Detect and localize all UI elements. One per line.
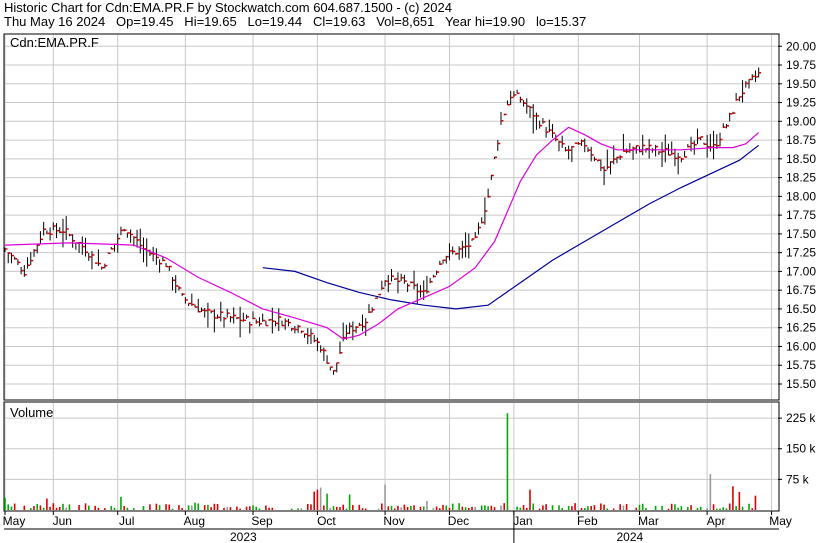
month-label: Jun	[53, 514, 72, 528]
month-label: Mar	[638, 514, 659, 528]
price-tick-label: 15.75	[786, 358, 816, 372]
price-tick-label: 16.00	[786, 339, 816, 353]
month-label: Oct	[317, 514, 336, 528]
price-tick-label: 18.75	[786, 133, 816, 147]
stock-chart: 20.00 19.75 19.50 19.25 19.00 18.75 18.50 18.25…	[3, 33, 816, 543]
year-label: 2024	[616, 530, 643, 543]
year-label: 2023	[230, 530, 257, 543]
price-tick-label: 16.50	[786, 302, 816, 316]
month-label: Feb	[577, 514, 598, 528]
month-label: May	[769, 514, 792, 528]
x-axis: May Jun Jul Aug Sep Oct Nov Dec Jan Feb Mar Apr May 2…	[3, 511, 792, 543]
price-tick-label: 18.00	[786, 189, 816, 203]
price-tick-label: 19.25	[786, 96, 816, 110]
price-tick-label: 19.75	[786, 58, 816, 72]
month-label: Sep	[251, 514, 273, 528]
month-label: Jan	[513, 514, 532, 528]
month-label: Jul	[119, 514, 134, 528]
month-label: Apr	[707, 514, 726, 528]
month-label: Nov	[383, 514, 404, 528]
price-tick-label: 17.75	[786, 208, 816, 222]
volume-tick-label: 225 k	[786, 411, 816, 425]
month-label: Aug	[184, 514, 205, 528]
moving-average-long	[262, 144, 760, 310]
price-panel-label: Cdn:EMA.PR.F	[10, 35, 99, 50]
price-tick-label: 19.50	[786, 77, 816, 91]
price-tick-label: 17.00	[786, 264, 816, 278]
volume-tick-label: 150 k	[786, 442, 816, 456]
volume-axis: 225 k 150 k 75 k	[778, 411, 816, 486]
price-tick-label: 17.25	[786, 246, 816, 260]
price-tick-label: 18.50	[786, 152, 816, 166]
price-axis: 20.00 19.75 19.50 19.25 19.00 18.75 18.50 18.25…	[778, 39, 816, 391]
price-panel-frame	[3, 33, 780, 401]
month-label: Dec	[448, 514, 469, 528]
price-tick-label: 20.00	[786, 39, 816, 53]
price-tick-label: 19.00	[786, 114, 816, 128]
price-tick-label: 18.25	[786, 171, 816, 185]
price-bars	[4, 67, 762, 375]
price-tick-label: 17.50	[786, 227, 816, 241]
price-grid	[4, 35, 778, 399]
month-label: May	[3, 514, 26, 528]
price-tick-label: 16.25	[786, 321, 816, 335]
volume-panel-label: Volume	[10, 405, 53, 420]
price-tick-label: 16.75	[786, 283, 816, 297]
volume-grid	[4, 403, 778, 510]
volume-tick-label: 75 k	[786, 472, 810, 486]
price-tick-label: 15.50	[786, 377, 816, 391]
